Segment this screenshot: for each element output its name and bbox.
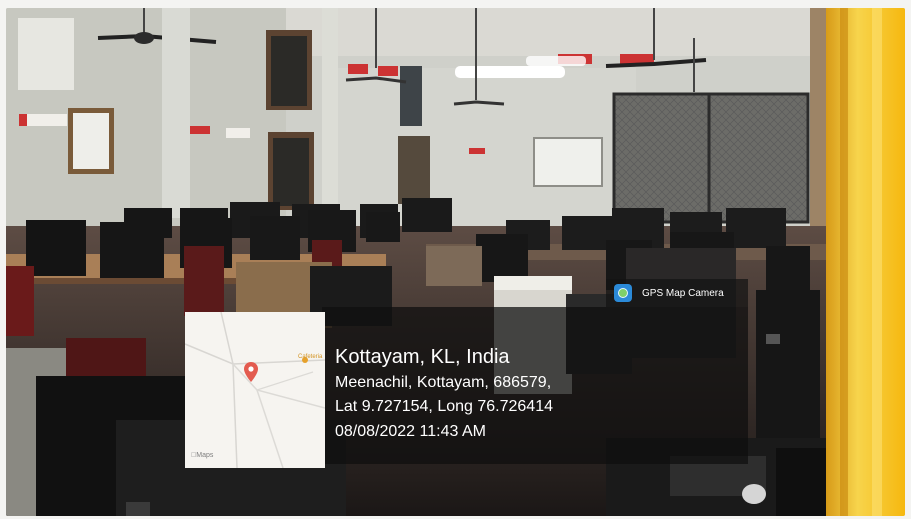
map-poi-label: Cafeteria bbox=[298, 354, 323, 360]
photo-frame: GPS Map Camera Cafeteria Maps Kottayam,… bbox=[0, 0, 911, 519]
location-datetime-line: 08/08/2022 11:43 AM bbox=[335, 423, 486, 440]
badge-label: GPS Map Camera bbox=[642, 287, 724, 299]
location-city-line: Kottayam, KL, India bbox=[335, 346, 510, 368]
gps-map-camera-badge: GPS Map Camera bbox=[606, 279, 748, 307]
location-address-line: Meenachil, Kottayam, 686579, bbox=[335, 374, 552, 391]
location-coordinates-line: Lat 9.727154, Long 76.726414 bbox=[335, 398, 553, 415]
gps-map-camera-icon bbox=[614, 284, 632, 302]
location-pin-icon bbox=[244, 362, 258, 382]
maps-provider-label: Maps bbox=[191, 452, 213, 459]
map-thumbnail bbox=[185, 312, 325, 468]
